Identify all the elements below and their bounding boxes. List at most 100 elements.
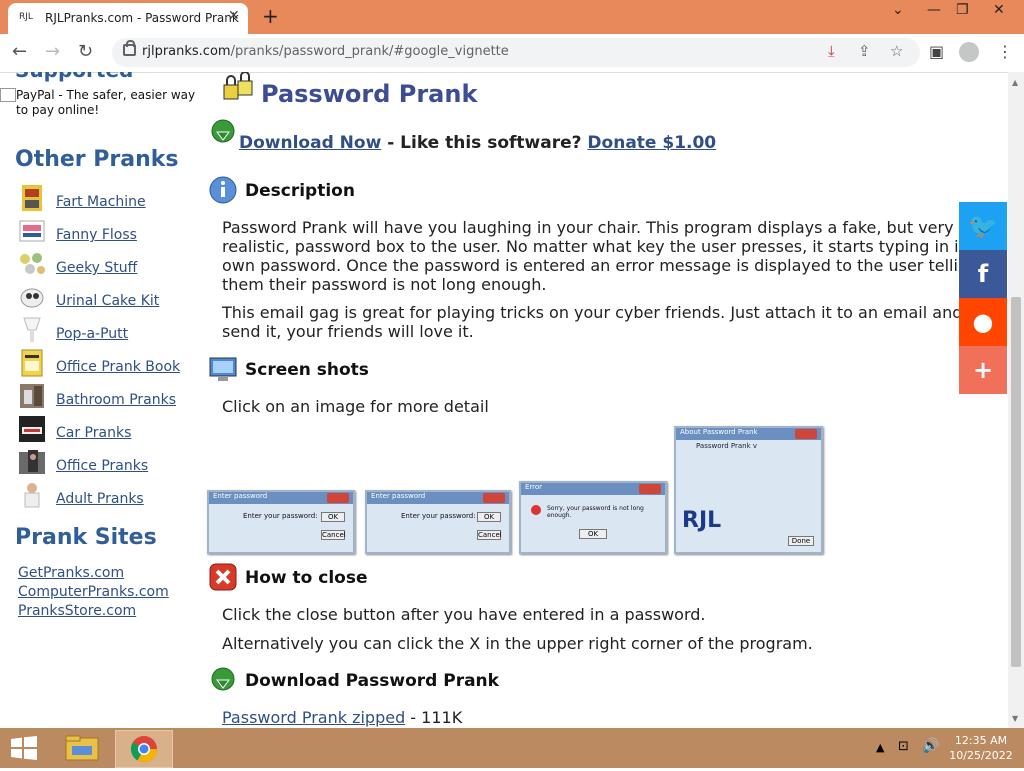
site-favicon: RJL (19, 12, 33, 22)
sidebar-item-office-prank-book[interactable]: Office Prank Book (18, 349, 198, 379)
browser-tab-bar: RJL RJLPranks.com - Password Prank ✕ + ⌄… (0, 0, 1024, 34)
address-bar[interactable]: rjlpranks.com/pranks/password_prank/#goo… (112, 38, 920, 67)
forward-icon[interactable]: → (45, 41, 60, 62)
sidebar-item-geeky-stuff[interactable]: Geeky Stuff (18, 250, 198, 280)
browser-tab[interactable]: RJL RJLPranks.com - Password Prank ✕ (8, 3, 248, 34)
bathroom-pranks-thumbnail (20, 384, 44, 408)
share-icon[interactable]: ⇪ (858, 42, 871, 60)
how-to-close-paragraph-2: Alternatively you can click the X in the… (222, 634, 813, 653)
back-icon[interactable]: ← (12, 41, 27, 62)
screenshot-enter-password-1[interactable]: Enter password Enter your password: OK C… (207, 490, 355, 554)
prank-link[interactable]: Pop-a-Putt (56, 326, 128, 342)
url-text[interactable]: rjlpranks.com/pranks/password_prank/#goo… (142, 44, 509, 59)
prank-link[interactable]: Office Prank Book (56, 359, 180, 375)
how-to-close-paragraph-1: Click the close button after you have en… (222, 605, 706, 624)
close-window-icon[interactable]: ✕ (993, 2, 1005, 18)
system-clock[interactable]: 12:35 AM 10/25/2022 (945, 733, 1017, 763)
padlock-icon (223, 72, 253, 100)
paypal-donate-image[interactable]: PayPal - The safer, easier way to pay on… (0, 88, 199, 118)
screenshots-heading: Screen shots (245, 360, 369, 380)
page-title: Password Prank (261, 80, 478, 108)
bookmark-star-icon[interactable]: ☆ (890, 42, 903, 60)
site-link-getpranks[interactable]: GetPranks.com (18, 565, 124, 581)
zip-download-line: Password Prank zipped - 111K (222, 708, 982, 727)
prank-link[interactable]: Geeky Stuff (56, 260, 137, 276)
zip-size: - 111K (405, 708, 463, 727)
page-scrollbar[interactable]: ▲ ▼ (1008, 72, 1024, 728)
sidebar-item-pop-a-putt[interactable]: Pop-a-Putt (18, 316, 198, 346)
screenshot-enter-password-2[interactable]: Enter password Enter your password: OK C… (365, 490, 511, 554)
tab-search-icon[interactable]: ⌄ (892, 2, 904, 18)
network-icon[interactable]: ⊡ (898, 739, 909, 754)
tray-overflow-icon[interactable]: ▲ (876, 741, 884, 754)
tab-title: RJLPranks.com - Password Prank (45, 11, 239, 25)
sidebar-item-bathroom-pranks[interactable]: Bathroom Pranks (18, 382, 198, 412)
adult-pranks-thumbnail (24, 483, 40, 508)
site-link-pranksstore[interactable]: PranksStore.com (18, 603, 136, 619)
supported-heading: Supported (15, 72, 133, 82)
close-tab-icon[interactable]: ✕ (228, 8, 240, 24)
prank-link[interactable]: Fanny Floss (56, 227, 137, 243)
description-heading: Description (245, 181, 355, 201)
twitter-share-button[interactable]: 🐦 (959, 202, 1007, 250)
download-globe-icon (211, 119, 235, 143)
restore-icon[interactable]: ❐ (956, 2, 969, 18)
page-content: Supported PayPal - The safer, easier way… (0, 72, 1008, 728)
menu-kebab-icon[interactable]: ⋮ (997, 42, 1013, 61)
scroll-down-icon[interactable]: ▼ (1012, 714, 1018, 723)
minimize-icon[interactable]: — (927, 2, 941, 18)
broken-image-icon (0, 88, 16, 102)
address-toolbar: ← → ↻ rjlpranks.com/pranks/password_pran… (0, 34, 1024, 73)
geeky-stuff-thumbnail (20, 253, 45, 274)
reddit-share-button[interactable]: ● (959, 298, 1007, 346)
info-icon (209, 176, 237, 204)
sidebar-item-office-pranks[interactable]: Office Pranks (18, 448, 198, 478)
side-panel-icon[interactable]: ▣ (929, 42, 944, 61)
zip-download-link[interactable]: Password Prank zipped (222, 708, 405, 727)
fart-machine-thumbnail (22, 185, 42, 211)
screenshot-error-dialog[interactable]: Error Sorry, your password is not long e… (519, 481, 667, 554)
office-pranks-thumbnail (19, 450, 45, 474)
sidebar-item-fanny-floss[interactable]: Fanny Floss (18, 217, 198, 247)
download-heading: Download Password Prank (245, 671, 499, 691)
prank-link[interactable]: Adult Pranks (56, 491, 144, 507)
sidebar-item-adult-pranks[interactable]: Adult Pranks (18, 481, 198, 511)
windows-start-icon[interactable] (10, 736, 38, 760)
chrome-taskbar-icon[interactable] (115, 730, 173, 768)
profile-avatar[interactable] (959, 42, 979, 62)
more-share-button[interactable]: + (959, 346, 1007, 394)
reddit-icon: ● (972, 308, 994, 336)
office-prank-book-thumbnail (21, 349, 43, 377)
sidebar-item-urinal-cake-kit[interactable]: Urinal Cake Kit (18, 283, 198, 313)
scrollbar-thumb[interactable] (1011, 297, 1021, 667)
fanny-floss-thumbnail (19, 220, 45, 242)
facebook-share-button[interactable]: f (959, 250, 1007, 298)
pop-a-putt-thumbnail (23, 317, 41, 342)
download-globe-icon (211, 667, 235, 691)
car-pranks-thumbnail (19, 416, 45, 442)
file-explorer-icon[interactable] (54, 730, 110, 766)
download-line: Download Now - Like this software? Donat… (239, 133, 717, 153)
urinal-cake-thumbnail (20, 288, 44, 308)
new-tab-icon[interactable]: + (262, 4, 279, 28)
sidebar-item-fart-machine[interactable]: Fart Machine (18, 184, 198, 214)
twitter-icon: 🐦 (968, 212, 998, 240)
prank-link[interactable]: Office Pranks (56, 458, 148, 474)
sidebar-item-car-pranks[interactable]: Car Pranks (18, 415, 198, 445)
scroll-up-icon[interactable]: ▲ (1012, 78, 1018, 87)
prank-link[interactable]: Fart Machine (56, 194, 146, 210)
donate-link[interactable]: Donate $1.00 (587, 133, 716, 153)
volume-icon[interactable]: 🔊 (922, 738, 939, 754)
screenshots-hint: Click on an image for more detail (222, 397, 489, 416)
screenshot-about-dialog[interactable]: About Password Prank Password Prank v RJ… (674, 426, 823, 554)
reload-icon[interactable]: ↻ (78, 41, 93, 62)
blocked-download-icon[interactable]: ⤓ (828, 42, 835, 60)
prank-link[interactable]: Urinal Cake Kit (56, 293, 159, 309)
description-paragraph-2: This email gag is great for playing tric… (222, 303, 963, 341)
prank-link[interactable]: Car Pranks (56, 425, 131, 441)
description-paragraph-1: Password Prank will have you laughing in… (222, 218, 979, 294)
download-now-link[interactable]: Download Now (239, 133, 381, 153)
prank-link[interactable]: Bathroom Pranks (56, 392, 176, 408)
site-link-computerpranks[interactable]: ComputerPranks.com (18, 584, 169, 600)
how-to-close-heading: How to close (245, 568, 368, 588)
